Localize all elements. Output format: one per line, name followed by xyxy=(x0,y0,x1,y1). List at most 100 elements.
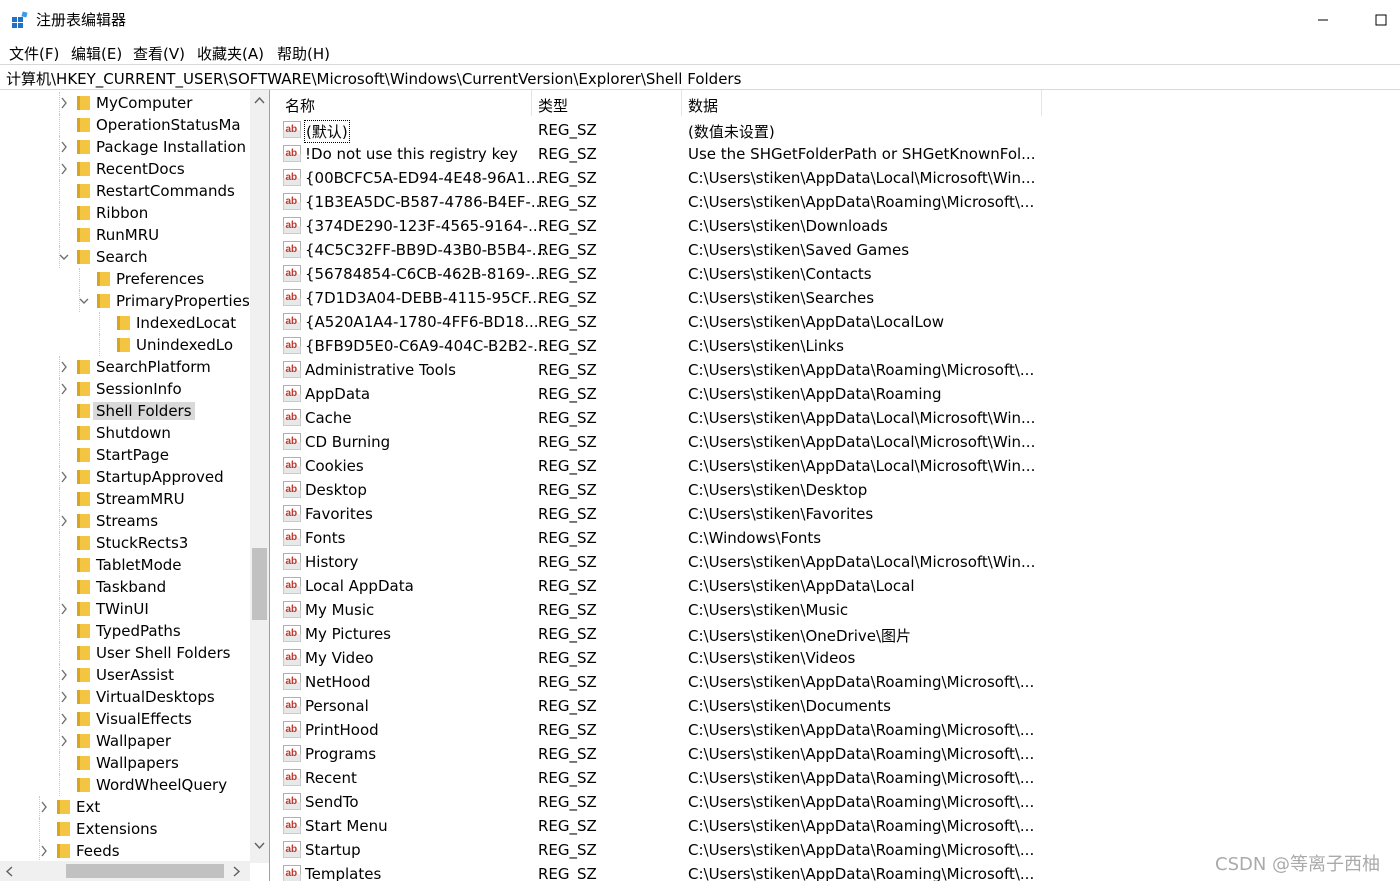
tree-item[interactable]: PrimaryProperties xyxy=(0,290,250,312)
value-row[interactable]: ab {BFB9D5E0-C6A9-404C-B2B2-... REG_SZ C:\U… xyxy=(277,334,1400,358)
tree-item[interactable]: TabletMode xyxy=(0,554,250,576)
tree-item[interactable]: StreamMRU xyxy=(0,488,250,510)
value-row[interactable]: ab (默认) REG_SZ (数值未设置) xyxy=(277,118,1400,143)
address-bar[interactable]: 计算机\HKEY_CURRENT_USER\SOFTWARE\Microsoft… xyxy=(0,64,1400,90)
tree-item[interactable]: User Shell Folders xyxy=(0,642,250,664)
value-row[interactable]: ab Administrative Tools REG_SZ C:\Users\sti… xyxy=(277,358,1400,382)
chevron-right-icon[interactable] xyxy=(59,163,69,175)
value-row[interactable]: ab {56784854-C6CB-462B-8169-... REG_SZ C:\U… xyxy=(277,262,1400,286)
column-divider[interactable] xyxy=(531,90,532,116)
tree-item[interactable]: Feeds xyxy=(0,840,250,862)
tree-item[interactable]: Streams xyxy=(0,510,250,532)
menu-view[interactable]: 查看(V) xyxy=(133,43,185,64)
tree-item[interactable]: Ext xyxy=(0,796,250,818)
maximize-button[interactable] xyxy=(1358,0,1400,40)
column-divider[interactable] xyxy=(1041,90,1042,116)
tree-hscroll-thumb[interactable] xyxy=(66,864,224,878)
chevron-right-icon[interactable] xyxy=(59,691,69,703)
tree-item[interactable]: VisualEffects xyxy=(0,708,250,730)
tree-item[interactable]: SessionInfo xyxy=(0,378,250,400)
value-row[interactable]: ab Cache REG_SZ C:\Users\stiken\AppData\Loc… xyxy=(277,406,1400,430)
tree-item[interactable]: TWinUI xyxy=(0,598,250,620)
tree-item[interactable]: WordWheelQuery xyxy=(0,774,250,796)
chevron-right-icon[interactable] xyxy=(59,361,69,373)
tree-item[interactable]: OperationStatusMa xyxy=(0,114,250,136)
tree-item[interactable]: Package Installation xyxy=(0,136,250,158)
value-row[interactable]: ab Favorites REG_SZ C:\Users\stiken\Favorit… xyxy=(277,502,1400,526)
scroll-right-icon[interactable] xyxy=(233,866,241,877)
value-row[interactable]: ab Start Menu REG_SZ C:\Users\stiken\AppDat… xyxy=(277,814,1400,838)
tree-item[interactable]: Preferences xyxy=(0,268,250,290)
value-row[interactable]: ab PrintHood REG_SZ C:\Users\stiken\AppData… xyxy=(277,718,1400,742)
chevron-down-icon[interactable] xyxy=(59,251,69,263)
column-name-header[interactable]: 名称 xyxy=(285,95,315,116)
minimize-button[interactable] xyxy=(1300,0,1346,40)
chevron-down-icon[interactable] xyxy=(79,295,89,307)
values-list[interactable]: 名称 类型 数据 ab (默认) REG_SZ (数值未设置) ab !Do not us… xyxy=(277,90,1400,881)
tree-item[interactable]: UserAssist xyxy=(0,664,250,686)
scroll-left-icon[interactable] xyxy=(5,866,13,877)
tree-item[interactable]: Taskband xyxy=(0,576,250,598)
value-row[interactable]: ab Local AppData REG_SZ C:\Users\stiken\App… xyxy=(277,574,1400,598)
address-path[interactable]: 计算机\HKEY_CURRENT_USER\SOFTWARE\Microsoft… xyxy=(6,68,741,89)
value-row[interactable]: ab {7D1D3A04-DEBB-4115-95CF... REG_SZ C:\Us… xyxy=(277,286,1400,310)
value-row[interactable]: ab Recent REG_SZ C:\Users\stiken\AppData\Ro… xyxy=(277,766,1400,790)
value-row[interactable]: ab Cookies REG_SZ C:\Users\stiken\AppData\L… xyxy=(277,454,1400,478)
value-row[interactable]: ab {4C5C32FF-BB9D-43B0-B5B4-... REG_SZ C:\U… xyxy=(277,238,1400,262)
value-row[interactable]: ab !Do not use this registry key REG_SZ Use… xyxy=(277,142,1400,166)
chevron-right-icon[interactable] xyxy=(59,383,69,395)
chevron-right-icon[interactable] xyxy=(59,669,69,681)
value-row[interactable]: ab Programs REG_SZ C:\Users\stiken\AppData\… xyxy=(277,742,1400,766)
value-row[interactable]: ab NetHood REG_SZ C:\Users\stiken\AppData\R… xyxy=(277,670,1400,694)
chevron-right-icon[interactable] xyxy=(59,97,69,109)
value-row[interactable]: ab Desktop REG_SZ C:\Users\stiken\Desktop xyxy=(277,478,1400,502)
tree-horizontal-scrollbar[interactable] xyxy=(0,861,250,881)
chevron-right-icon[interactable] xyxy=(59,515,69,527)
column-type-header[interactable]: 类型 xyxy=(538,95,568,116)
column-divider[interactable] xyxy=(681,90,682,116)
tree-item[interactable]: Search xyxy=(0,246,250,268)
tree-item[interactable]: Wallpaper xyxy=(0,730,250,752)
tree-item[interactable]: Shell Folders xyxy=(0,400,250,422)
chevron-right-icon[interactable] xyxy=(39,801,49,813)
tree-item[interactable]: MyComputer xyxy=(0,92,250,114)
tree-item[interactable]: RunMRU xyxy=(0,224,250,246)
chevron-right-icon[interactable] xyxy=(59,471,69,483)
menu-favorites[interactable]: 收藏夹(A) xyxy=(197,43,264,64)
menu-help[interactable]: 帮助(H) xyxy=(277,43,330,64)
tree-item[interactable]: SearchPlatform xyxy=(0,356,250,378)
tree-item[interactable]: StartPage xyxy=(0,444,250,466)
value-row[interactable]: ab Fonts REG_SZ C:\Windows\Fonts xyxy=(277,526,1400,550)
value-row[interactable]: ab {1B3EA5DC-B587-4786-B4EF-... REG_SZ C:\U… xyxy=(277,190,1400,214)
chevron-right-icon[interactable] xyxy=(59,141,69,153)
menu-file[interactable]: 文件(F) xyxy=(9,43,59,64)
tree-item[interactable]: RestartCommands xyxy=(0,180,250,202)
menu-edit[interactable]: 编辑(E) xyxy=(71,43,122,64)
value-row[interactable]: ab CD Burning REG_SZ C:\Users\stiken\AppDat… xyxy=(277,430,1400,454)
scroll-down-icon[interactable] xyxy=(254,842,265,850)
value-row[interactable]: ab Personal REG_SZ C:\Users\stiken\Document… xyxy=(277,694,1400,718)
value-row[interactable]: ab My Video REG_SZ C:\Users\stiken\Videos xyxy=(277,646,1400,670)
tree-item[interactable]: VirtualDesktops xyxy=(0,686,250,708)
tree-item[interactable]: IndexedLocat xyxy=(0,312,250,334)
column-data-header[interactable]: 数据 xyxy=(688,95,718,116)
chevron-right-icon[interactable] xyxy=(59,735,69,747)
value-row[interactable]: ab My Pictures REG_SZ C:\Users\stiken\OneDr… xyxy=(277,622,1400,646)
tree-item[interactable]: Ribbon xyxy=(0,202,250,224)
tree-item[interactable]: Wallpapers xyxy=(0,752,250,774)
value-row[interactable]: ab SendTo REG_SZ C:\Users\stiken\AppData\Ro… xyxy=(277,790,1400,814)
tree-item[interactable]: UnindexedLo xyxy=(0,334,250,356)
value-row[interactable]: ab My Music REG_SZ C:\Users\stiken\Music xyxy=(277,598,1400,622)
chevron-right-icon[interactable] xyxy=(39,845,49,857)
tree-item[interactable]: Extensions xyxy=(0,818,250,840)
value-row[interactable]: ab History REG_SZ C:\Users\stiken\AppData\L… xyxy=(277,550,1400,574)
chevron-right-icon[interactable] xyxy=(59,603,69,615)
key-tree[interactable]: MyComputer OperationStatusMa Package Insta… xyxy=(0,90,270,881)
tree-item[interactable]: TypedPaths xyxy=(0,620,250,642)
value-row[interactable]: ab {374DE290-123F-4565-9164-... REG_SZ C:\U… xyxy=(277,214,1400,238)
value-row[interactable]: ab AppData REG_SZ C:\Users\stiken\AppData\R… xyxy=(277,382,1400,406)
chevron-right-icon[interactable] xyxy=(59,713,69,725)
tree-vertical-scrollbar[interactable] xyxy=(250,90,269,863)
scroll-up-icon[interactable] xyxy=(254,96,265,104)
tree-item[interactable]: StartupApproved xyxy=(0,466,250,488)
